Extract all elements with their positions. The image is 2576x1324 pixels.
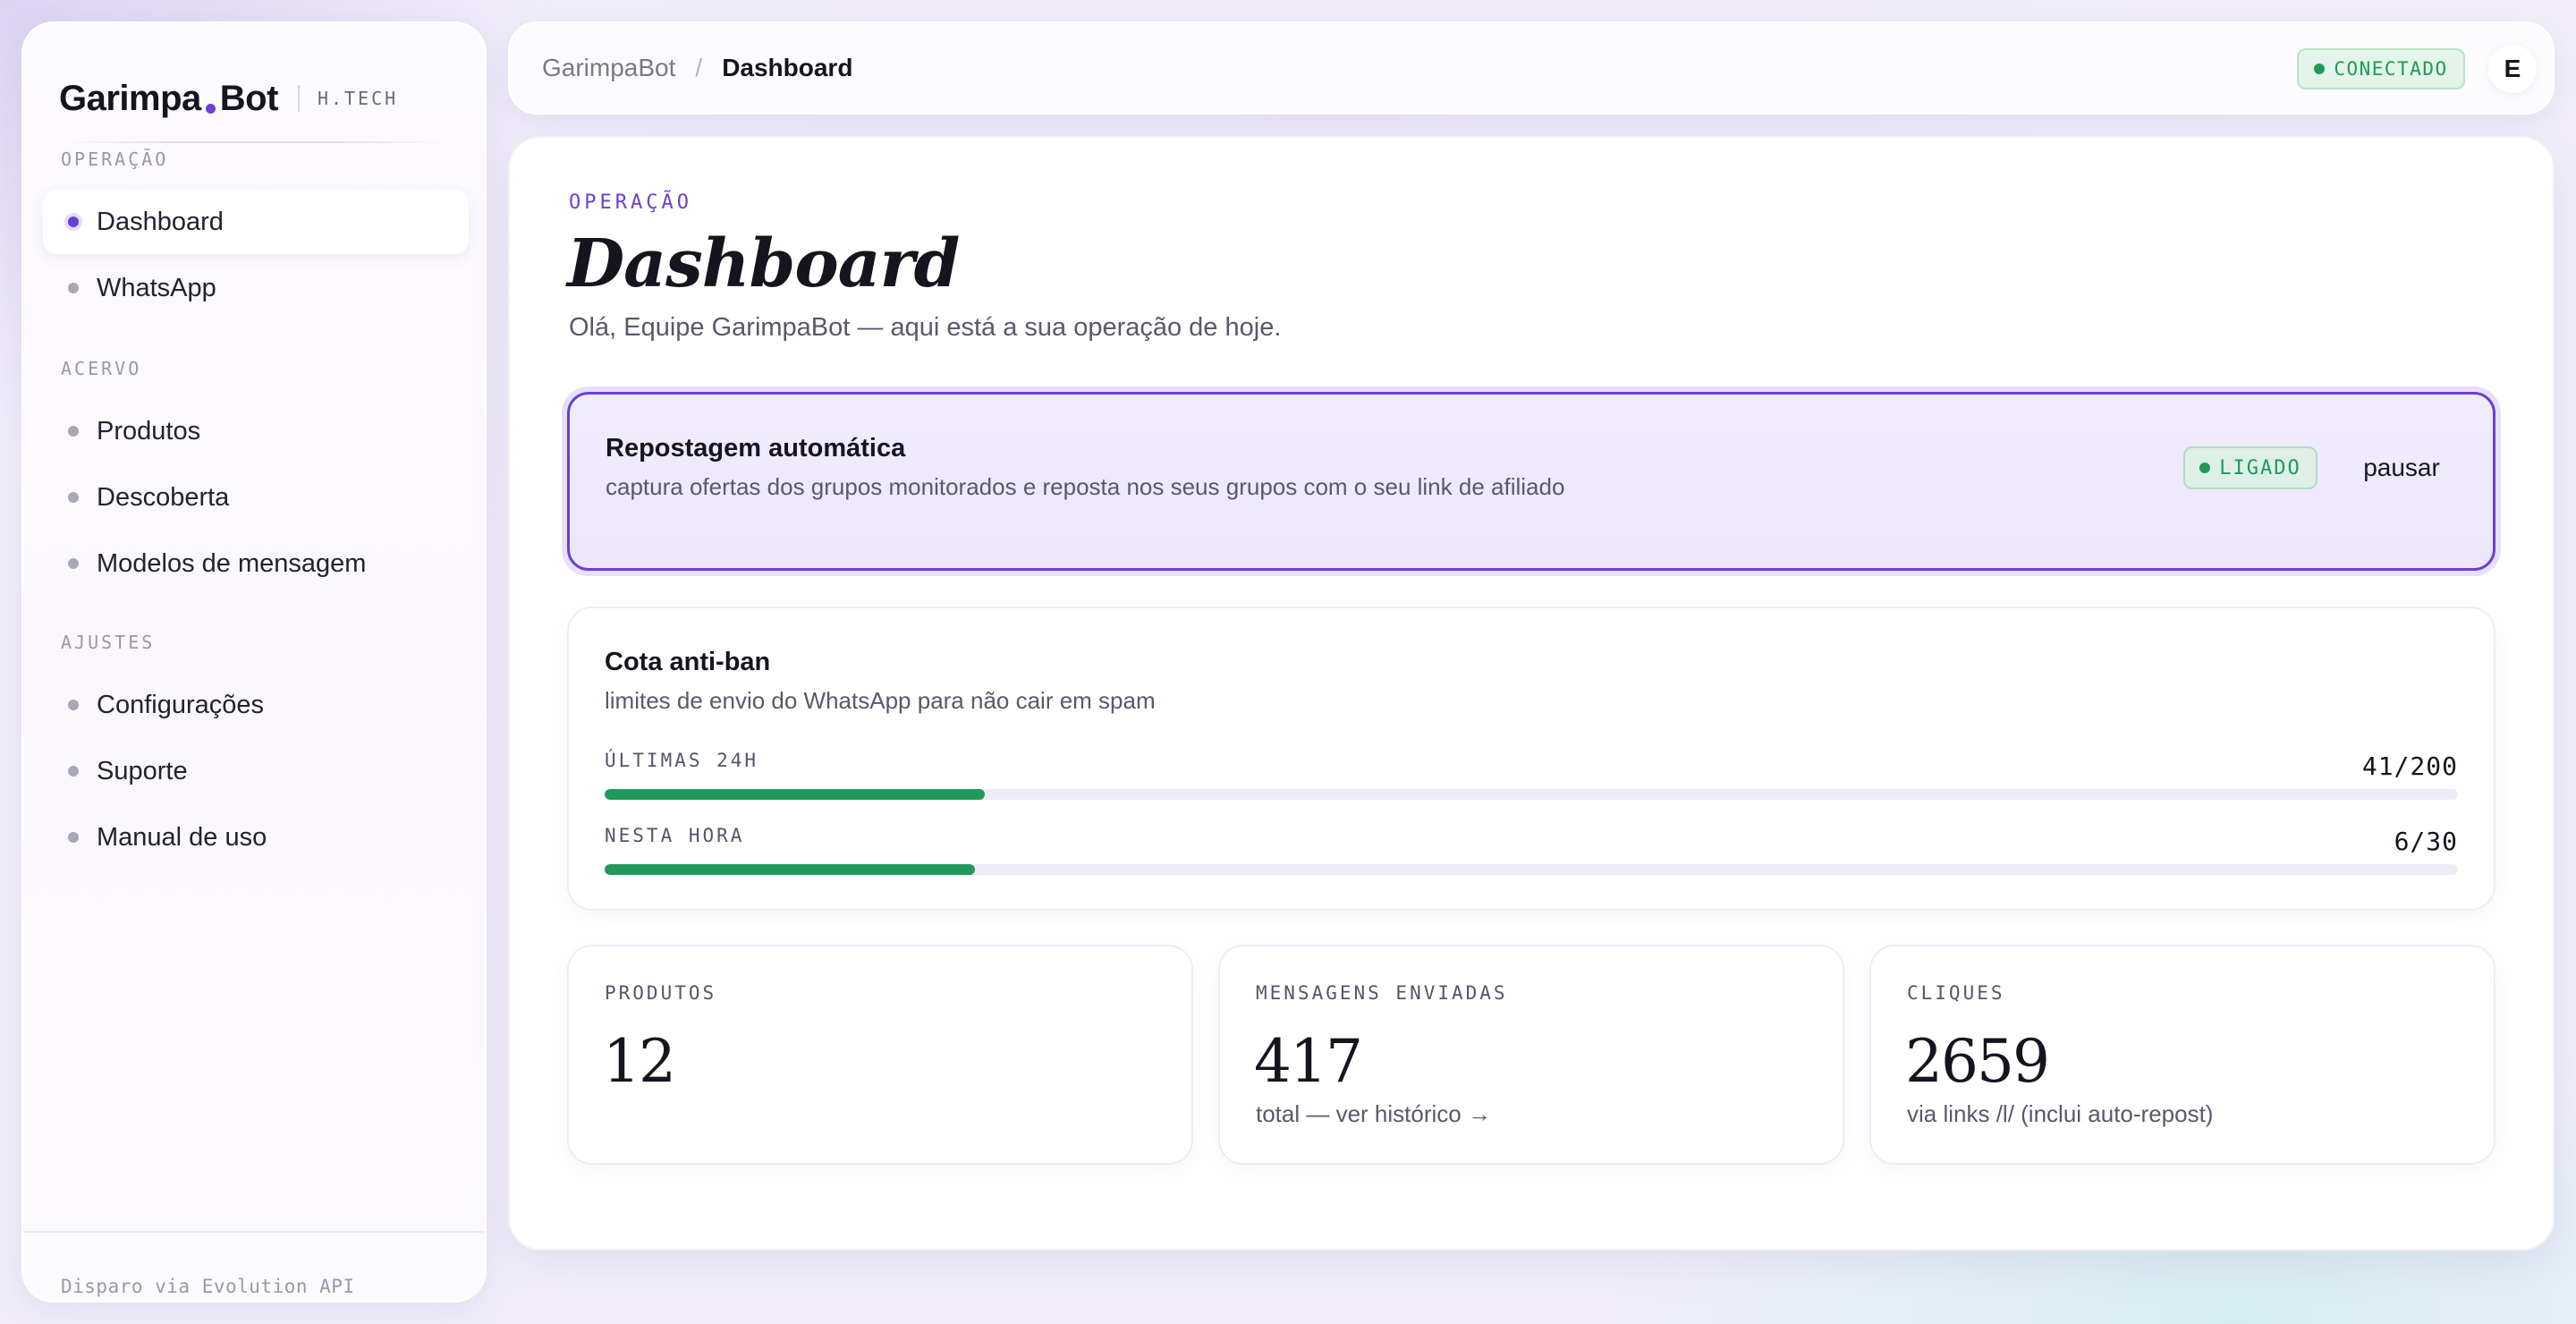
brand-logo[interactable]: Garimpa Bot H.TECH <box>59 72 398 125</box>
bullet-icon <box>68 766 79 777</box>
bullet-icon <box>68 558 79 569</box>
quota-title: Cota anti-ban <box>605 648 771 676</box>
brand-tag: H.TECH <box>317 88 399 109</box>
auto-repost-status-label: LIGADO <box>2219 456 2301 480</box>
brand-name: Garimpa Bot <box>59 78 278 118</box>
stat-value: 2659 <box>1905 1027 2050 1096</box>
sidebar-item-modelos-de-mensagem[interactable]: Modelos de mensagem <box>43 531 469 596</box>
stat-label: MENSAGENS ENVIADAS <box>1256 982 1508 1004</box>
bullet-icon <box>68 283 79 293</box>
auto-repost-status-badge: LIGADO <box>2183 446 2318 489</box>
quota-value-24h: 41/200 <box>2361 751 2458 781</box>
sidebar-footer-text: Disparo via Evolution API <box>61 1276 355 1297</box>
sidebar-item-label: Produtos <box>97 416 201 446</box>
sidebar-item-label: Dashboard <box>97 207 224 236</box>
sidebar-item-label: Manual de uso <box>97 822 267 852</box>
stat-label: CLIQUES <box>1907 982 2005 1004</box>
quota-progress-fill-hour <box>605 864 976 875</box>
sidebar-footer-divider <box>23 1231 485 1233</box>
auto-repost-card: Repostagem automática captura ofertas do… <box>567 392 2496 571</box>
sidebar-item-descoberta[interactable]: Descoberta <box>43 465 469 530</box>
status-dot-icon <box>2199 463 2211 473</box>
pause-button[interactable]: pausar <box>2339 445 2464 491</box>
main-panel: OPERAÇÃO Dashboard Olá, Equipe GarimpaBo… <box>508 136 2555 1251</box>
brand-divider <box>297 85 300 112</box>
sidebar-item-suporte[interactable]: Suporte <box>43 739 469 803</box>
connection-status-label: CONECTADO <box>2334 58 2448 80</box>
stat-value: 417 <box>1254 1027 1363 1096</box>
page-title: Dashboard <box>567 225 960 302</box>
sidebar-item-produtos[interactable]: Produtos <box>43 399 469 463</box>
sidebar-item-configuracoes[interactable]: Configurações <box>43 673 469 737</box>
stat-value: 12 <box>603 1027 676 1096</box>
sidebar-item-manual-de-uso[interactable]: Manual de uso <box>43 805 469 870</box>
avatar[interactable]: E <box>2488 45 2537 93</box>
bullet-icon <box>68 832 79 843</box>
quota-label-24h: ÚLTIMAS 24H <box>605 750 759 771</box>
bullet-icon <box>68 492 79 503</box>
status-dot-icon <box>2314 64 2326 74</box>
quota-label-hour: NESTA HORA <box>605 825 745 846</box>
stat-card-produtos: PRODUTOS 12 <box>567 945 1193 1165</box>
brand-dot-icon <box>205 103 216 114</box>
page-subtitle: Olá, Equipe GarimpaBot — aqui está a sua… <box>569 313 1282 342</box>
sidebar-item-whatsapp[interactable]: WhatsApp <box>43 256 469 320</box>
sidebar-item-label: Configurações <box>97 690 264 719</box>
breadcrumb-current: Dashboard <box>722 54 853 81</box>
stat-card-mensagens: MENSAGENS ENVIADAS 417 total — ver histó… <box>1218 945 1844 1165</box>
auto-repost-title: Repostagem automática <box>606 434 906 463</box>
quota-value-hour: 6/30 <box>2394 827 2458 856</box>
sidebar-item-label: Descoberta <box>97 482 230 512</box>
bullet-icon <box>68 216 79 227</box>
breadcrumb: GarimpaBot / Dashboard <box>542 23 852 113</box>
anti-ban-quota-card: Cota anti-ban limites de envio do WhatsA… <box>567 607 2496 911</box>
page-eyebrow: OPERAÇÃO <box>569 191 692 214</box>
breadcrumb-root[interactable]: GarimpaBot <box>542 54 675 82</box>
bullet-icon <box>68 426 79 437</box>
auto-repost-description: captura ofertas dos grupos monitorados e… <box>606 473 1565 500</box>
stat-card-cliques: CLIQUES 2659 via links /l/ (inclui auto-… <box>1869 945 2496 1165</box>
stat-note: via links /l/ (inclui auto-repost) <box>1907 1100 2214 1127</box>
sidebar-item-label: Modelos de mensagem <box>97 548 367 578</box>
topbar: GarimpaBot / Dashboard CONECTADO E <box>508 21 2555 115</box>
section-label-acervo: ACERVO <box>61 358 142 379</box>
sidebar-item-dashboard[interactable]: Dashboard <box>43 190 469 254</box>
sidebar-item-label: Suporte <box>97 756 188 785</box>
breadcrumb-separator: / <box>695 54 703 81</box>
stat-label: PRODUTOS <box>605 982 717 1004</box>
bullet-icon <box>68 700 79 710</box>
sidebar-divider <box>59 141 449 143</box>
sidebar: Garimpa Bot H.TECH OPERAÇÃO Dashboard Wha… <box>21 21 487 1303</box>
section-label-operacao: OPERAÇÃO <box>61 149 169 170</box>
sidebar-item-label: WhatsApp <box>97 273 216 302</box>
quota-description: limites de envio do WhatsApp para não ca… <box>605 687 1156 714</box>
connection-status-badge: CONECTADO <box>2297 48 2465 89</box>
quota-progress-fill-24h <box>605 789 985 800</box>
section-label-ajustes: AJUSTES <box>61 632 156 653</box>
quota-progress-24h <box>605 789 2458 800</box>
history-link[interactable]: total — ver histórico → <box>1256 1100 1491 1128</box>
quota-progress-hour <box>605 864 2458 875</box>
